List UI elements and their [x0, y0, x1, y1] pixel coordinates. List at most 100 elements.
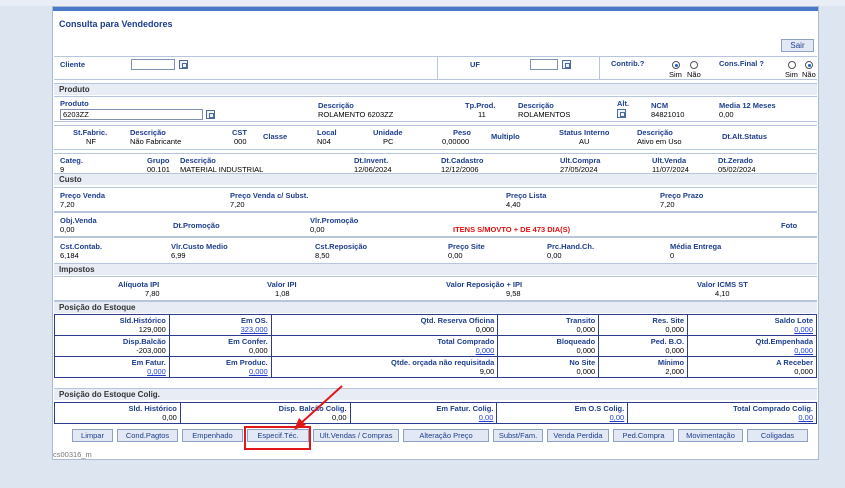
valorrep-value: 9,58	[506, 289, 521, 298]
produto-lookup-icon[interactable]	[206, 110, 215, 119]
estoque-cell-label: No Site	[569, 358, 596, 367]
peso-value: 0,00000	[442, 137, 470, 146]
stfabric-label: St.Fabric.	[73, 128, 108, 137]
estoque-cell-label: Em OS.	[241, 316, 268, 325]
estoque-cell[interactable]: Qtd.Empenhada 0,000	[687, 335, 817, 357]
consfinal-nao-radio[interactable]	[805, 61, 813, 69]
mediaentrega-label: Média Entrega	[670, 242, 722, 251]
aliquota-label: Alíquota IPI	[118, 280, 160, 289]
estoque-cell-link[interactable]: 0,000	[691, 325, 813, 334]
contrib-sim-radio[interactable]	[672, 61, 680, 69]
movimentacao-button[interactable]: Movimentação	[678, 429, 743, 442]
coligada-cell-link[interactable]: 0,00	[500, 413, 625, 422]
coligada-cell-link[interactable]: 0,00	[631, 413, 813, 422]
consfinal-label: Cons.Final ?	[719, 59, 764, 68]
limpar-button[interactable]: Limpar	[72, 429, 113, 442]
cliente-input[interactable]	[131, 59, 175, 70]
page-title: Consulta para Vendedores	[59, 19, 173, 29]
categ-label: Categ.	[60, 156, 83, 165]
estoque-cell-link[interactable]: 323,000	[173, 325, 268, 334]
uf-lookup-icon[interactable]	[562, 60, 571, 69]
estoque-cell-link[interactable]: 0,000	[275, 346, 495, 355]
coligada-cell-label: Sld. Histórico	[128, 404, 177, 413]
descricao2-value: ROLAMENTOS	[518, 110, 571, 119]
ped-compra-button[interactable]: Ped.Compra	[613, 429, 674, 442]
estoque-cell[interactable]: Total Comprado 0,000	[270, 335, 499, 357]
estoque-row: Disp.Balcão -203,000 Em Confer. 0,000 Total …	[54, 335, 817, 357]
valoripi-value: 1,08	[275, 289, 290, 298]
produto-input[interactable]: 6203ZZ	[60, 109, 203, 120]
estoque-cell[interactable]: Em Produc. 0,000	[168, 356, 272, 378]
precovendast-label: Preço Venda c/ Subst.	[230, 191, 309, 200]
cliente-lookup-icon[interactable]	[179, 60, 188, 69]
coligada-cell[interactable]: Em O.S Colig. 0,00	[496, 402, 629, 424]
estoque-cell-label: Total Comprado	[437, 337, 495, 346]
dtzerado-label: Dt.Zerado	[718, 156, 754, 165]
coligada-cell-value: 0,00	[162, 413, 177, 422]
produto-label: Produto	[60, 99, 89, 108]
estoque-cell: Qtde. orçada não requisitada 9,00	[270, 356, 499, 378]
local-label: Local	[317, 128, 337, 137]
estoque-cell-label: A Receber	[776, 358, 813, 367]
estoque-cell-label: Em Fatur.	[131, 358, 166, 367]
estoque-cell-value: 0,000	[665, 325, 685, 334]
precolista-label: Preço Lista	[506, 191, 547, 200]
coligada-grid: Sld. Histórico 0,00 Disp. Balcão Colig. 0,0…	[54, 402, 817, 424]
estoque-cell-label: Qtde. orçada não requisitada	[390, 358, 495, 367]
uf-input[interactable]	[530, 59, 558, 70]
vlrpromocao-value: 0,00	[310, 225, 325, 234]
cliente-row: Cliente UF Contrib.? Sim Não Cons.Final …	[54, 56, 817, 80]
coligada-cell-label: Em Fatur. Colig.	[436, 404, 494, 413]
tpprod-label: Tp.Prod.	[465, 101, 496, 110]
contrib-nao-radio[interactable]	[690, 61, 698, 69]
produto-row-2: St.Fabric. NF Descrição Não Fabricante C…	[54, 125, 817, 150]
sair-button[interactable]: Sair	[781, 39, 814, 52]
unidade-value: PC	[383, 137, 394, 146]
estoque-cell-label: Disp.Balcão	[122, 337, 166, 346]
estoque-cell[interactable]: Saldo Lote 0,000	[687, 314, 817, 336]
consfinal-sim-label: Sim	[785, 70, 798, 79]
dtinvent-label: Dt.Invent.	[354, 156, 389, 165]
estoque-cell-link[interactable]: 0,000	[58, 367, 166, 376]
coligada-section-header: Posição do Estoque Colig.	[54, 388, 817, 400]
divider	[437, 57, 438, 79]
coligadas-button[interactable]: Coligadas	[747, 429, 808, 442]
estoque-cell: Bloqueado 0,000	[497, 335, 600, 357]
cond-pagtos-button[interactable]: Cond.Pagtos	[117, 429, 178, 442]
estoque-cell-link[interactable]: 0,000	[173, 367, 268, 376]
cst-label: CST	[232, 128, 247, 137]
coligada-cell[interactable]: Em Fatur. Colig. 0,00	[349, 402, 498, 424]
estoque-cell: No Site 0,000	[497, 356, 600, 378]
alteracao-preco-button[interactable]: Alteração Preço	[403, 429, 489, 442]
empenhado-button[interactable]: Empenhado	[182, 429, 243, 442]
valoripi-label: Valor IPI	[267, 280, 297, 289]
estoque-cell-link[interactable]: 0,000	[691, 346, 813, 355]
estoque-cell-label: Qtd.Empenhada	[755, 337, 813, 346]
statusint-value: AU	[579, 137, 590, 146]
estoque-cell[interactable]: Em Fatur. 0,000	[54, 356, 170, 378]
precolista-value: 4,40	[506, 200, 521, 209]
estoque-cell: Ped. B.O. 0,000	[598, 335, 689, 357]
uf-label: UF	[470, 60, 480, 69]
venda-perdida-button[interactable]: Venda Perdida	[547, 429, 609, 442]
estoque-cell-value: 0,000	[665, 346, 685, 355]
estoque-cell-label: Saldo Lote	[774, 316, 813, 325]
estoque-cell: Disp.Balcão -203,000	[54, 335, 170, 357]
consfinal-sim-radio[interactable]	[788, 61, 796, 69]
prchand-label: Prc.Hand.Ch.	[547, 242, 595, 251]
cstcontab-label: Cst.Contab.	[60, 242, 103, 251]
local-value: N04	[317, 137, 331, 146]
subst-fam-button[interactable]: Subst/Fam.	[493, 429, 543, 442]
alt-icon[interactable]	[617, 109, 626, 118]
estoque-cell-value: 9,00	[479, 367, 495, 376]
descricao2-label: Descrição	[518, 101, 554, 110]
custo-row-1: Preço Venda 7,20 Preço Venda c/ Subst. 7…	[54, 187, 817, 212]
stfabric-value: NF	[86, 137, 96, 146]
coligada-cell: Sld. Histórico 0,00	[54, 402, 181, 424]
descfab-label: Descrição	[130, 128, 166, 137]
coligada-cell-link[interactable]: 0,00	[354, 413, 494, 422]
precoprazo-label: Preço Prazo	[660, 191, 704, 200]
estoque-cell: Res. Site 0,000	[598, 314, 689, 336]
estoque-cell[interactable]: Em OS. 323,000	[168, 314, 272, 336]
coligada-cell[interactable]: Total Comprado Colig. 0,00	[627, 402, 817, 424]
